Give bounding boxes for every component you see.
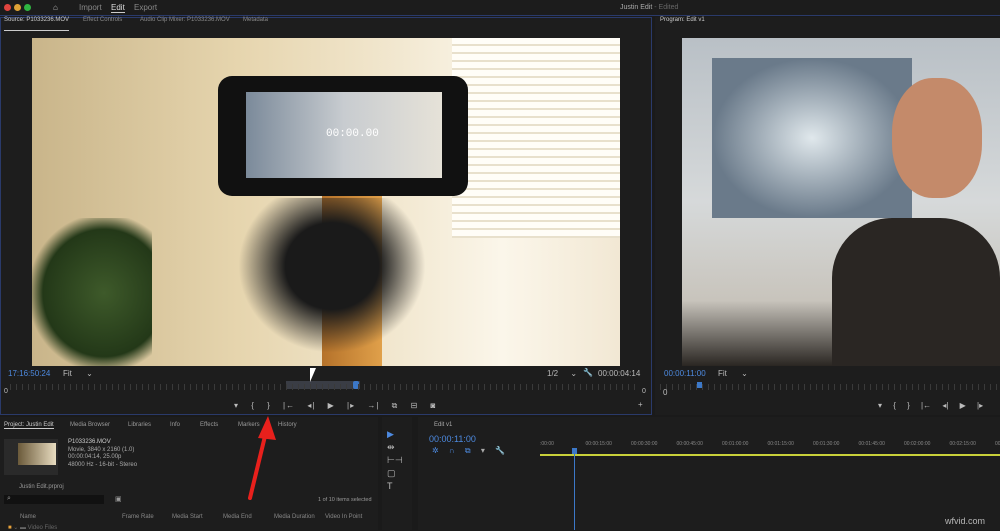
timeline-tick-label: 00:00:30:00 (631, 441, 658, 447)
red-arrow-annotation (248, 416, 276, 500)
tab-audio-clip-mixer[interactable]: Audio Clip Mixer: P1033236.MOV (140, 17, 230, 31)
maximize-window-button[interactable] (24, 4, 31, 11)
tab-history[interactable]: History (278, 422, 297, 428)
window-title: Justin Edit (620, 4, 653, 11)
source-timecode[interactable]: 17:16:50:24 (8, 369, 50, 378)
phone-timer: 00:00.00 (326, 128, 379, 140)
timeline-tick-label: 00:01:30:00 (813, 441, 840, 447)
work-area-bar[interactable] (540, 454, 1000, 456)
type-tool-icon: T (387, 481, 393, 491)
program-marker: 0 (663, 388, 668, 397)
rectangle-tool-icon: ▢ (387, 468, 396, 478)
nav-export[interactable]: Export (134, 3, 157, 12)
column-video-in-point[interactable]: Video In Point (325, 514, 362, 520)
timeline-tick-label: 00:02 (995, 441, 1000, 447)
tripod (222, 198, 442, 366)
tab-program[interactable]: Program: Edit v1 (660, 17, 705, 31)
clip-thumbnail[interactable] (4, 439, 58, 475)
presenter-shirt (832, 218, 1000, 366)
close-window-button[interactable] (4, 4, 11, 11)
wave-painting (712, 58, 912, 218)
watermark: wfvid.com (945, 516, 986, 526)
tab-metadata[interactable]: Metadata (243, 17, 268, 31)
source-in-marker: 0 (4, 388, 8, 395)
timeline-tool-icons[interactable]: ✲ ∩ ⧉ ▾ 🔧 (432, 446, 505, 456)
tool-icons[interactable]: ▶ ⇹ ⊢⊣ ▢ T (387, 428, 403, 493)
home-icon[interactable]: ⌂ (53, 3, 58, 12)
timeline-tick-label: 00:02:15:00 (949, 441, 976, 447)
program-transport-controls[interactable]: ▾ { } |← ◂| ▶ |▸ (878, 401, 983, 410)
tab-project[interactable]: Project: Justin Edit (4, 422, 54, 429)
add-button-icon[interactable]: + (638, 400, 643, 409)
timeline-tick-label: :00:00 (540, 441, 554, 447)
phone: 00:00.00 (218, 76, 468, 196)
clip-info: P1033236.MOV Movie, 3840 x 2160 (1.0) 00:0… (68, 439, 138, 468)
mouse-cursor-icon (310, 368, 316, 382)
column-media-duration[interactable]: Media Duration (274, 514, 315, 520)
program-video-frame (682, 38, 1000, 366)
search-icon: ⌕ (7, 495, 11, 502)
column-frame-rate[interactable]: Frame Rate (122, 514, 154, 520)
column-name[interactable]: Name (20, 514, 36, 520)
source-duration: 00:00:04:14 (598, 369, 641, 378)
timeline-timecode[interactable]: 00:00:11:00 (429, 434, 476, 444)
project-filename: Justin Edit.prproj (19, 484, 64, 490)
playhead-line (574, 454, 575, 530)
source-video-frame: 00:00.00 (32, 38, 620, 366)
tab-libraries[interactable]: Libraries (128, 422, 151, 428)
timeline-tick-label: 00:00:15:00 (585, 441, 612, 447)
source-time-ruler[interactable] (10, 384, 640, 390)
wrench-icon[interactable]: 🔧 (583, 368, 593, 377)
tab-timeline[interactable]: Edit v1 (434, 422, 452, 428)
timeline-panel (418, 417, 1000, 530)
selection-count: 1 of 10 items selected (318, 497, 372, 503)
plant (32, 218, 152, 366)
source-out-marker: 0 (642, 388, 646, 395)
ripple-edit-tool-icon: ⇹ (387, 442, 395, 452)
source-resolution-select[interactable]: 1/2 ⌄ (547, 369, 577, 378)
tab-effects[interactable]: Effects (200, 422, 218, 428)
window-blinds (452, 38, 620, 238)
minimize-window-button[interactable] (14, 4, 21, 11)
timeline-tick-label: 00:01:15:00 (767, 441, 794, 447)
program-time-ruler[interactable] (660, 384, 1000, 390)
slip-tool-icon: ⊢⊣ (387, 455, 403, 465)
timeline-tick-label: 00:01:00:00 (722, 441, 749, 447)
presenter-face (892, 78, 982, 198)
timeline-ruler[interactable]: :00:00 00:00:15:00 00:00:30:00 00:00:45:00 0… (540, 441, 1000, 449)
new-bin-icon[interactable]: ▣ (115, 495, 122, 503)
timeline-tick-label: 00:01:45:00 (858, 441, 885, 447)
nav-import[interactable]: Import (79, 3, 102, 12)
tab-media-browser[interactable]: Media Browser (70, 422, 110, 428)
program-timecode[interactable]: 00:00:11:00 (664, 369, 706, 378)
selection-tool-icon: ▶ (387, 429, 394, 439)
tab-source[interactable]: Source: P1033236.MOV (4, 17, 70, 31)
project-search-input[interactable]: ⌕ (4, 495, 104, 504)
program-zoom-select[interactable]: Fit ⌄ (718, 369, 748, 378)
timeline-tick-label: 00:02:00:00 (904, 441, 931, 447)
column-media-end[interactable]: Media End (223, 514, 252, 520)
title-bar: ⌂ Import Edit Export Justin Edit - Edite… (0, 0, 1000, 16)
timeline-tick-label: 00:00:45:00 (676, 441, 703, 447)
tab-effect-controls[interactable]: Effect Controls (83, 17, 122, 31)
source-zoom-select[interactable]: Fit ⌄ (63, 369, 93, 378)
tab-info[interactable]: Info (170, 422, 180, 428)
column-media-start[interactable]: Media Start (172, 514, 203, 520)
edit-status: - Edited (654, 4, 679, 11)
nav-edit[interactable]: Edit (111, 3, 125, 13)
